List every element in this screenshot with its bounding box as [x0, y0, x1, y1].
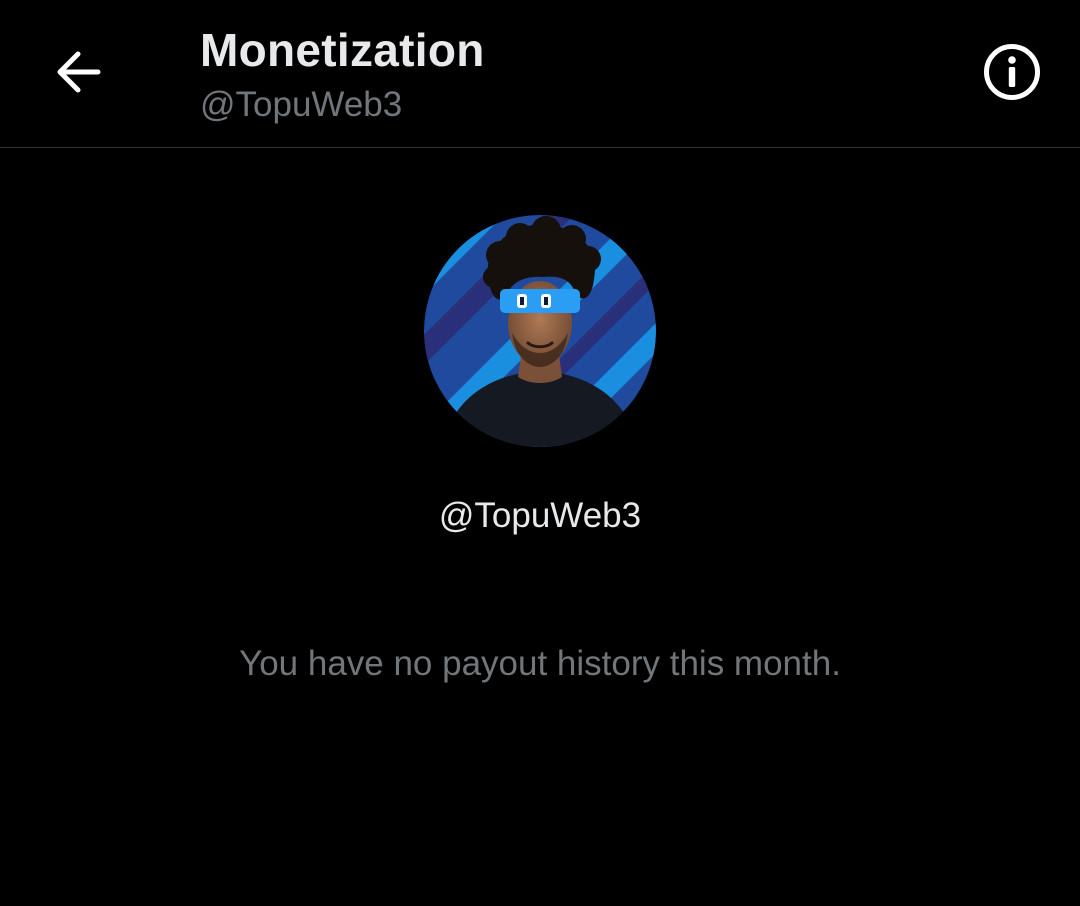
top-app-bar: Monetization @TopuWeb3	[0, 0, 1080, 148]
empty-payout-message: You have no payout history this month.	[239, 644, 841, 683]
monetization-screen: Monetization @TopuWeb3 @TopuWeb3 You hav…	[0, 0, 1080, 906]
info-button[interactable]	[972, 32, 1052, 112]
avatar-image	[424, 215, 656, 447]
page-subtitle: @TopuWeb3	[200, 85, 403, 124]
profile-username: @TopuWeb3	[438, 496, 642, 535]
info-circle-icon	[984, 44, 1040, 100]
arrow-left-icon	[57, 51, 101, 93]
page-title: Monetization	[200, 24, 485, 76]
title-block: Monetization @TopuWeb3	[200, 22, 485, 128]
profile-avatar[interactable]	[424, 215, 656, 447]
back-button[interactable]	[38, 32, 118, 112]
